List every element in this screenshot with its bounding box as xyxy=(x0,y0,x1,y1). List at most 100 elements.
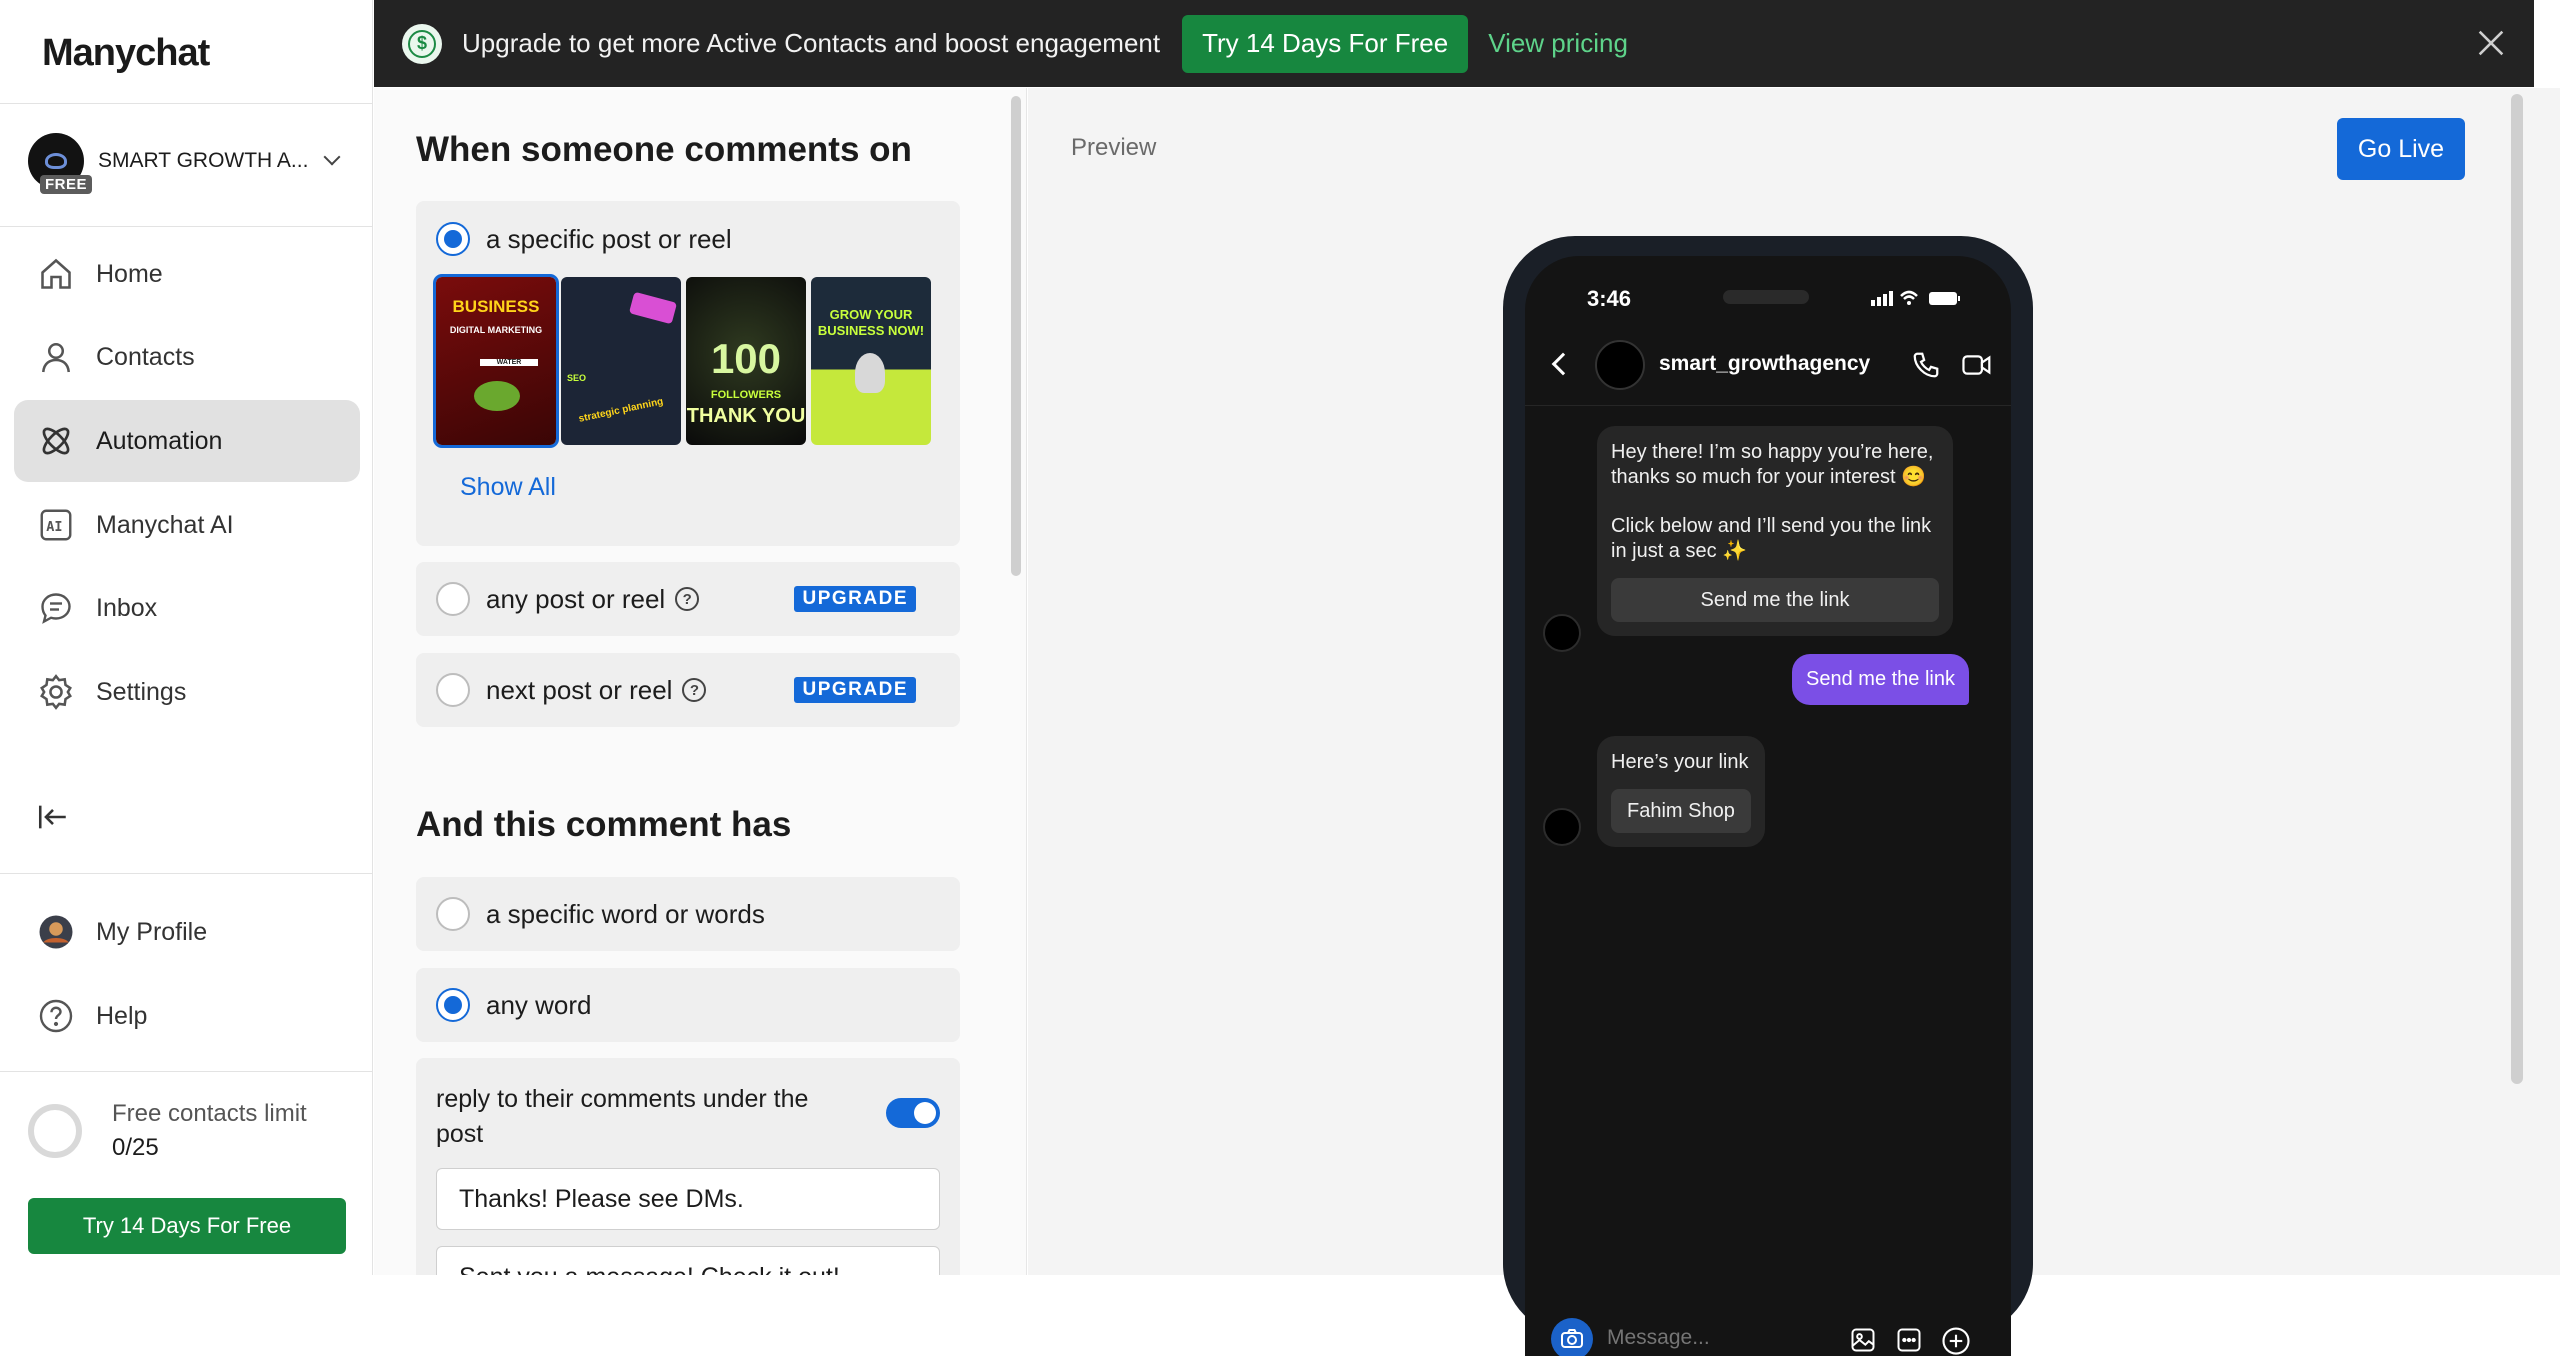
go-live-button[interactable]: Go Live xyxy=(2337,118,2465,180)
sidebar-item-manychat-ai[interactable]: AI Manychat AI xyxy=(14,484,360,566)
bot-avatar xyxy=(1543,614,1581,652)
post-thumbnail[interactable]: strategic planning SEO xyxy=(561,277,681,445)
message-text: in just a sec ✨ xyxy=(1611,540,1748,562)
send-link-button[interactable]: Send me the link xyxy=(1611,578,1939,622)
sidebar-item-label: Automation xyxy=(96,426,223,455)
message-text: Hey there! I’m so happy you’re here, xyxy=(1611,441,1934,463)
back-icon[interactable] xyxy=(1551,352,1575,376)
chat-avatar xyxy=(1595,340,1645,390)
upgrade-badge[interactable]: UPGRADE xyxy=(794,677,916,703)
limit-title: Free contacts limit xyxy=(112,1100,307,1127)
image-icon[interactable] xyxy=(1849,1326,1877,1356)
post-thumbnails: BUSINESS DIGITAL MARKETING WATER strateg… xyxy=(433,274,960,448)
reply-toggle[interactable] xyxy=(886,1098,940,1128)
divider xyxy=(0,873,373,874)
option-label: any word xyxy=(486,989,592,1020)
any-post-card: any post or reel ? UPGRADE xyxy=(416,562,960,636)
help-icon[interactable]: ? xyxy=(682,678,707,702)
post-thumbnail[interactable]: GROW YOUR BUSINESS NOW! xyxy=(811,277,931,445)
plan-badge: FREE xyxy=(40,175,93,194)
sidebar-item-help[interactable]: Help xyxy=(14,975,360,1057)
reply-text-field[interactable]: Sent you a message! Check it out! xyxy=(436,1246,940,1275)
reply-comments-card: reply to their comments under the post T… xyxy=(416,1058,960,1275)
thumbnail-title: BUSINESS xyxy=(452,297,540,316)
upgrade-badge[interactable]: UPGRADE xyxy=(794,586,916,612)
sidebar-item-inbox[interactable]: Inbox xyxy=(14,567,360,649)
sticker-icon[interactable] xyxy=(1895,1326,1923,1356)
radio-selected[interactable] xyxy=(436,988,470,1022)
sidebar-item-home[interactable]: Home xyxy=(14,233,360,315)
specific-word-card: a specific word or words xyxy=(416,877,960,951)
dollar-icon: $ xyxy=(402,23,442,64)
thumbnail-title: 100 xyxy=(710,335,782,382)
sidebar-trial-button[interactable]: Try 14 Days For Free xyxy=(28,1198,346,1254)
bot-avatar xyxy=(1543,808,1581,846)
reply-toggle-label: reply to their comments under the post xyxy=(436,1085,809,1148)
sidebar-item-automation[interactable]: Automation xyxy=(14,400,360,482)
limit-count: 0/25 xyxy=(112,1134,159,1161)
ai-icon: AI xyxy=(36,505,76,545)
help-icon[interactable]: ? xyxy=(675,587,700,611)
thumbnail-title: strategic planning xyxy=(577,396,665,425)
message-composer xyxy=(1551,1314,1991,1356)
account-name: SMART GROWTH A... xyxy=(98,149,309,172)
option-specific-post[interactable]: a specific post or reel xyxy=(416,201,960,277)
divider xyxy=(0,1071,373,1072)
svg-text:AI: AI xyxy=(46,519,62,535)
automation-icon xyxy=(36,421,76,461)
sidebar-item-label: Inbox xyxy=(96,593,158,622)
sidebar-item-label: Settings xyxy=(96,677,187,706)
link-button[interactable]: Fahim Shop xyxy=(1611,789,1751,833)
reply-text-field[interactable]: Thanks! Please see DMs. xyxy=(436,1168,940,1230)
panel-scrollbar[interactable] xyxy=(1011,96,1021,576)
radio-unselected[interactable] xyxy=(436,582,470,616)
account-avatar: FREE xyxy=(28,133,93,194)
specific-post-card: a specific post or reel BUSINESS DIGITAL… xyxy=(416,201,960,546)
radio-unselected[interactable] xyxy=(436,897,470,931)
bot-message-bubble: Here’s your link Fahim Shop xyxy=(1597,736,1765,847)
radio-selected[interactable] xyxy=(436,222,470,256)
preview-scrollbar[interactable] xyxy=(2511,94,2523,1084)
status-time: 3:46 xyxy=(1587,286,1632,311)
view-pricing-link[interactable]: View pricing xyxy=(1488,28,1628,59)
status-bar: 3:46 xyxy=(1525,256,2011,326)
phone-call-icon[interactable] xyxy=(1911,350,1941,385)
sidebar-item-contacts[interactable]: Contacts xyxy=(14,316,360,398)
sidebar-item-label: Contacts xyxy=(96,342,195,371)
option-label: any post or reel xyxy=(486,583,666,614)
post-thumbnail[interactable]: BUSINESS DIGITAL MARKETING WATER xyxy=(433,274,559,448)
next-post-card: next post or reel ? UPGRADE xyxy=(416,653,960,727)
show-all-link[interactable]: Show All xyxy=(460,473,556,502)
sidebar-item-my-profile[interactable]: My Profile xyxy=(14,891,360,973)
camera-icon[interactable] xyxy=(1551,1318,1593,1356)
any-word-card: any word xyxy=(416,968,960,1042)
post-thumbnail[interactable]: 100 FOLLOWERS THANK YOU xyxy=(686,277,806,445)
radio-unselected[interactable] xyxy=(436,673,470,707)
account-switcher[interactable]: FREE SMART GROWTH A... xyxy=(28,130,348,194)
add-icon[interactable] xyxy=(1941,1326,1971,1356)
video-call-icon[interactable] xyxy=(1961,350,1993,385)
manychat-logo[interactable]: Manychat xyxy=(42,32,210,75)
banner-trial-button[interactable]: Try 14 Days For Free xyxy=(1182,14,1469,73)
collapse-sidebar-icon[interactable] xyxy=(36,800,76,840)
message-input[interactable] xyxy=(1607,1326,1807,1350)
sidebar-item-label: Manychat AI xyxy=(96,510,234,539)
option-any-post[interactable]: any post or reel ? UPGRADE xyxy=(416,562,960,636)
option-any-word[interactable]: any word xyxy=(416,968,960,1042)
sidebar-item-label: Help xyxy=(96,1001,148,1030)
message-text: Here’s your link xyxy=(1611,751,1749,773)
comment-heading: And this comment has xyxy=(416,805,792,844)
option-specific-word[interactable]: a specific word or words xyxy=(416,877,960,951)
user-message-bubble: Send me the link xyxy=(1792,654,1969,705)
thumbnail-subtitle: SEO xyxy=(567,373,587,383)
divider xyxy=(0,103,373,104)
bot-message-bubble: Hey there! I’m so happy you’re here, tha… xyxy=(1597,426,1953,636)
message-text: Click below and I’ll send you the link xyxy=(1611,515,1932,537)
sidebar-item-settings[interactable]: Settings xyxy=(14,651,360,733)
help-icon xyxy=(36,996,76,1036)
profile-avatar xyxy=(36,912,76,952)
phone-mockup: 3:46 smart_growthagency Hey there! I’m s… xyxy=(1503,236,2033,1356)
close-icon[interactable] xyxy=(2474,26,2508,60)
option-next-post[interactable]: next post or reel ? UPGRADE xyxy=(416,653,960,727)
divider xyxy=(0,226,373,227)
